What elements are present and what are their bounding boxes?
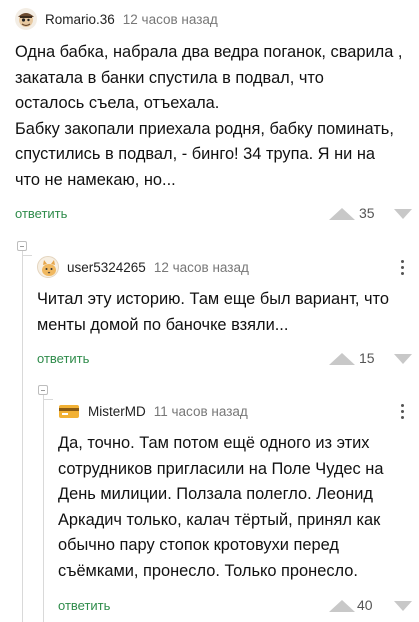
comment-text-line: обычно пару стопок кротовухи перед [58, 536, 339, 554]
vote-count: 40 [357, 597, 373, 613]
reply-link[interactable]: ответить [58, 598, 110, 613]
comment-header: MisterMD 11 часов назад [58, 400, 248, 422]
comment-text-line: съёмками, пронесло. Только пронесло. [58, 561, 358, 580]
comment-body: Да, точно. Там потом ещё одного из этих … [58, 431, 383, 584]
more-options-icon[interactable] [398, 404, 406, 422]
card-avatar-icon[interactable] [58, 400, 80, 422]
comment-text-line: День милиции. Ползала полегло. Леонид [58, 485, 373, 503]
comment-author[interactable]: MisterMD [88, 404, 146, 419]
downvote-icon[interactable] [393, 600, 413, 612]
comment-text-line: Да, точно. Там потом ещё одного из этих [58, 434, 370, 452]
comment-text-line: сотрудников пригласили на Поле Чудес на [58, 459, 384, 478]
upvote-icon[interactable] [328, 599, 356, 613]
comment: MisterMD 11 часов назад Да, точно. Там п… [0, 0, 419, 622]
comment-timestamp: 11 часов назад [153, 403, 248, 419]
comment-text-line: Аркадич только, калач тёртый, принял как [58, 510, 381, 529]
